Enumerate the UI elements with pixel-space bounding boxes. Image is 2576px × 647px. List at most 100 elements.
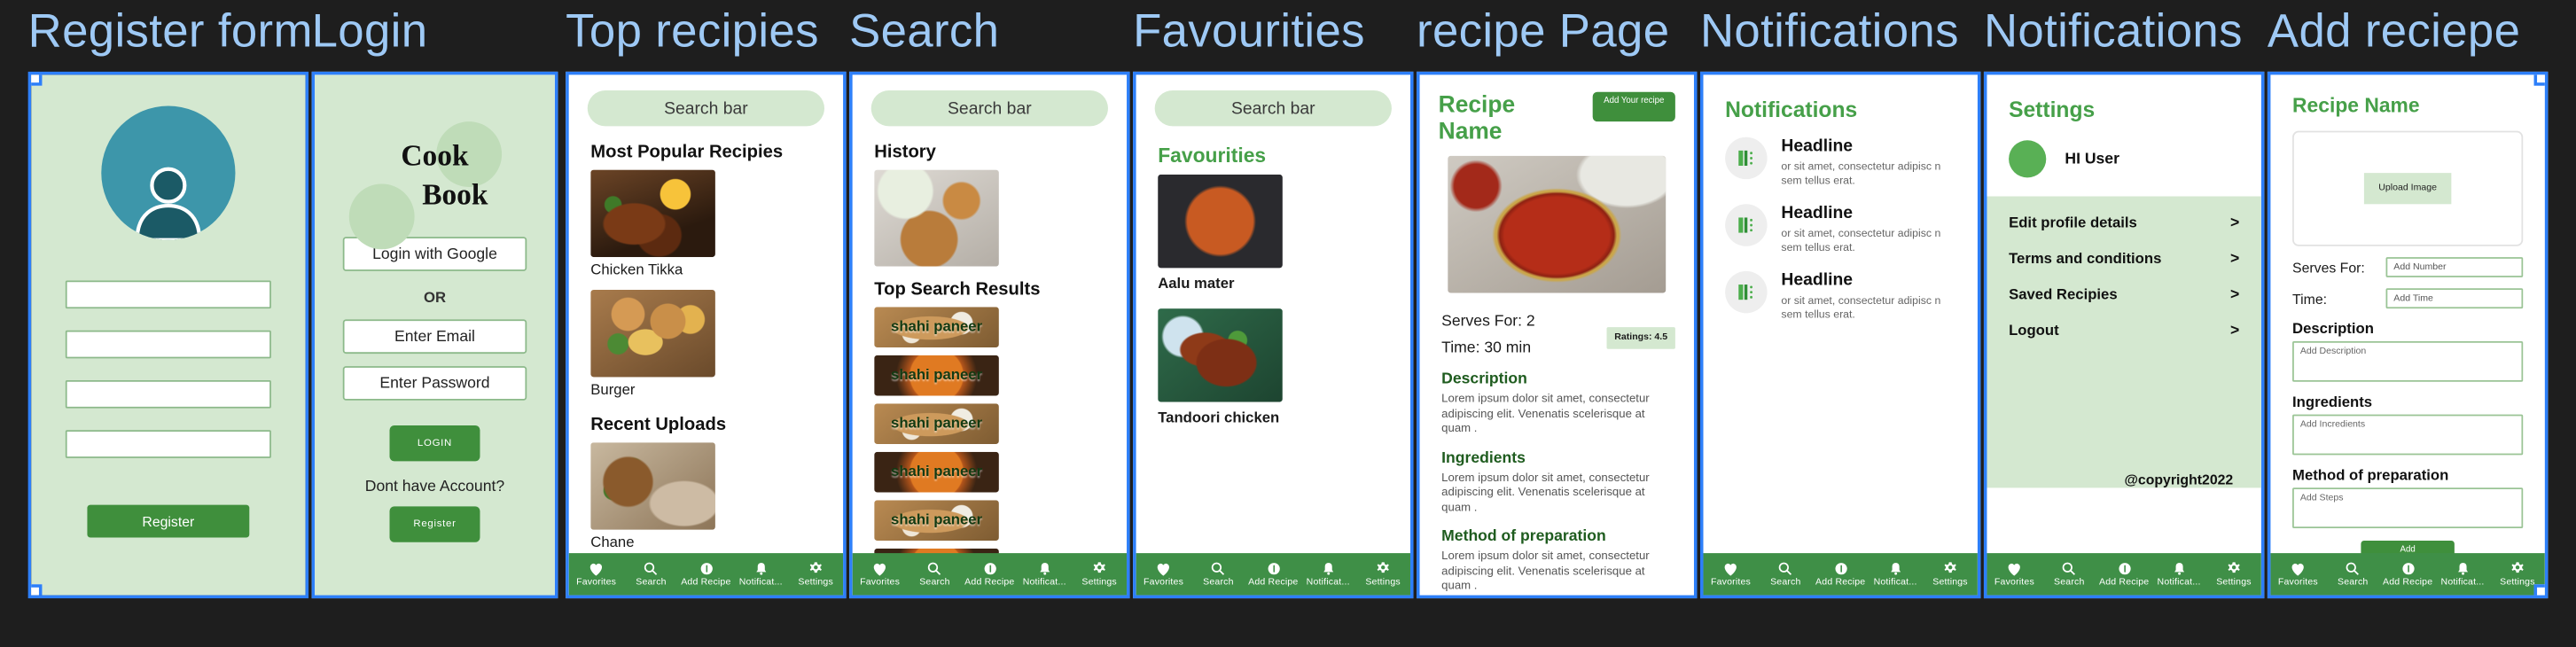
ingredients-heading: Ingredients: [1441, 449, 1526, 467]
recipe-card[interactable]: Chane: [590, 442, 715, 551]
nav-favorites[interactable]: Favorites: [853, 561, 908, 588]
result-thumbnail: shahi paneer: [874, 403, 999, 445]
result-card[interactable]: shahi paneer: [874, 451, 999, 493]
nav-settings[interactable]: Settings: [788, 561, 843, 588]
serves-for-input[interactable]: Add Number: [2385, 257, 2524, 277]
selection-handle-bottom-left[interactable]: [31, 584, 43, 596]
description-heading: Description: [2292, 321, 2374, 339]
nav-search[interactable]: Search: [908, 561, 963, 588]
nav-add-recipe[interactable]: Add Recipe: [2380, 561, 2435, 588]
result-thumbnail: shahi paneer: [874, 307, 999, 348]
nav-add-recipe[interactable]: Add Recipe: [678, 561, 733, 588]
nav-settings[interactable]: Settings: [1355, 561, 1410, 588]
nav-add-recipe[interactable]: Add Recipe: [1813, 561, 1868, 588]
recipe-card[interactable]: Chicken Tikka: [590, 169, 715, 279]
notification-item[interactable]: Headline or sit amet, consectetur adipis…: [1704, 255, 1978, 323]
notification-bars-icon: [1725, 204, 1768, 246]
result-card[interactable]: shahi paneer: [874, 355, 999, 396]
add-your-recipe-button[interactable]: Add Your recipe: [1592, 91, 1675, 122]
settings-user-row[interactable]: HI User: [1987, 121, 2260, 196]
nav-notifications[interactable]: Notificat...: [1868, 561, 1923, 588]
notification-item[interactable]: Headline or sit amet, consectetur adipis…: [1704, 121, 1978, 189]
search-input[interactable]: Search bar: [587, 90, 824, 127]
upload-image-button[interactable]: Upload Image: [2364, 173, 2451, 205]
result-card[interactable]: shahi paneer: [874, 596, 999, 598]
chevron-right-icon: >: [2229, 214, 2240, 232]
nav-favorites[interactable]: Favorites: [1704, 561, 1759, 588]
favourite-card[interactable]: Aalu mater: [1158, 174, 1283, 293]
nav-label: Search: [1770, 578, 1801, 588]
register-button[interactable]: Register: [87, 504, 250, 538]
register-field-2[interactable]: [65, 330, 271, 359]
settings-item-terms[interactable]: Terms and conditions >: [1987, 241, 2260, 277]
avatar: [2009, 140, 2047, 178]
nav-search[interactable]: Search: [624, 561, 679, 588]
password-field[interactable]: Enter Password: [342, 366, 527, 401]
nav-settings[interactable]: Settings: [1923, 561, 1978, 588]
nav-add-recipe[interactable]: Add Recipe: [962, 561, 1017, 588]
selection-handle-bottom-right[interactable]: [2533, 584, 2545, 596]
frame-favourities: Favourities Search bar Favourities Aalu …: [1133, 0, 1414, 599]
frame-recipe-page: recipe Page Recipe Name Add Your recipe …: [1417, 0, 1698, 599]
nav-label: Add Recipe: [681, 578, 731, 588]
register-link-button[interactable]: Register: [389, 506, 480, 542]
nav-notifications[interactable]: Notificat...: [2151, 561, 2206, 588]
favourite-card[interactable]: Tandoori chicken: [1158, 308, 1283, 427]
search-input[interactable]: Search bar: [870, 90, 1108, 127]
nav-label: Add Recipe: [2099, 578, 2150, 588]
login-button[interactable]: LOGIN: [389, 425, 480, 462]
frame-title-add-reciepe: Add reciepe: [2267, 6, 2521, 58]
settings-item-label: Terms and conditions: [2009, 251, 2162, 269]
recipe-label: Burger: [590, 381, 636, 400]
nav-favorites[interactable]: Favorites: [1136, 561, 1191, 588]
settings-item-edit-profile[interactable]: Edit profile details >: [1987, 206, 2260, 241]
history-card[interactable]: [874, 169, 999, 267]
nav-add-recipe[interactable]: Add Recipe: [2096, 561, 2151, 588]
nav-notifications[interactable]: Notificat...: [1300, 561, 1355, 588]
selection-handle-top-left[interactable]: [31, 74, 43, 86]
settings-item-logout[interactable]: Logout >: [1987, 313, 2260, 348]
nav-favorites[interactable]: Favorites: [569, 561, 624, 588]
method-textarea[interactable]: Add Steps: [2292, 487, 2524, 528]
result-card[interactable]: shahi paneer: [874, 403, 999, 445]
nav-label: Search: [919, 578, 950, 588]
recipe-card[interactable]: Burger: [590, 289, 715, 400]
nav-notifications[interactable]: Notificat...: [1017, 561, 1072, 588]
nav-label: Favorites: [1144, 578, 1184, 588]
email-field[interactable]: Enter Email: [342, 319, 527, 355]
time-input[interactable]: Add Time: [2385, 288, 2524, 309]
register-field-3[interactable]: [65, 379, 271, 409]
screen-notifications: Notifications Headline or sit amet, cons…: [1699, 71, 1981, 599]
notification-item[interactable]: Headline or sit amet, consectetur adipis…: [1704, 189, 1978, 256]
result-card[interactable]: shahi paneer: [874, 307, 999, 348]
nav-favorites[interactable]: Favorites: [2270, 561, 2325, 588]
nav-label: Notificat...: [1306, 578, 1350, 588]
nav-search[interactable]: Search: [1190, 561, 1245, 588]
nav-favorites[interactable]: Favorites: [1987, 561, 2041, 588]
nav-search[interactable]: Search: [2325, 561, 2380, 588]
description-textarea[interactable]: Add Description: [2292, 341, 2524, 382]
search-input[interactable]: Search bar: [1154, 90, 1392, 127]
register-field-4[interactable]: [65, 430, 271, 458]
result-label: shahi paneer: [891, 511, 983, 529]
result-card[interactable]: shahi paneer: [874, 500, 999, 542]
nav-label: Notificat...: [2440, 578, 2485, 588]
nav-search[interactable]: Search: [1758, 561, 1813, 588]
nav-notifications[interactable]: Notificat...: [733, 561, 788, 588]
nav-settings[interactable]: Settings: [1072, 561, 1127, 588]
nav-notifications[interactable]: Notificat...: [2435, 561, 2490, 588]
nav-label: Favorites: [1994, 578, 2034, 588]
nav-settings[interactable]: Settings: [2206, 561, 2261, 588]
bottom-nav: Favorites Search Add Recipe Notificat...…: [1703, 553, 1978, 596]
nav-add-recipe[interactable]: Add Recipe: [1245, 561, 1300, 588]
nav-search[interactable]: Search: [2041, 561, 2096, 588]
selection-handle-top-right[interactable]: [2533, 74, 2545, 86]
register-field-1[interactable]: [65, 280, 271, 309]
settings-item-saved-recipies[interactable]: Saved Recipies >: [1987, 277, 2260, 313]
logo-line-1: Cook: [401, 140, 469, 174]
image-upload-dropzone[interactable]: Upload Image: [2292, 130, 2524, 246]
nav-label: Settings: [798, 578, 833, 588]
ingredients-textarea[interactable]: Add Incredients: [2292, 414, 2524, 456]
frame-login: Login Cook Book Login with Google OR Ent…: [311, 0, 558, 599]
screen-register: Register: [27, 71, 309, 599]
